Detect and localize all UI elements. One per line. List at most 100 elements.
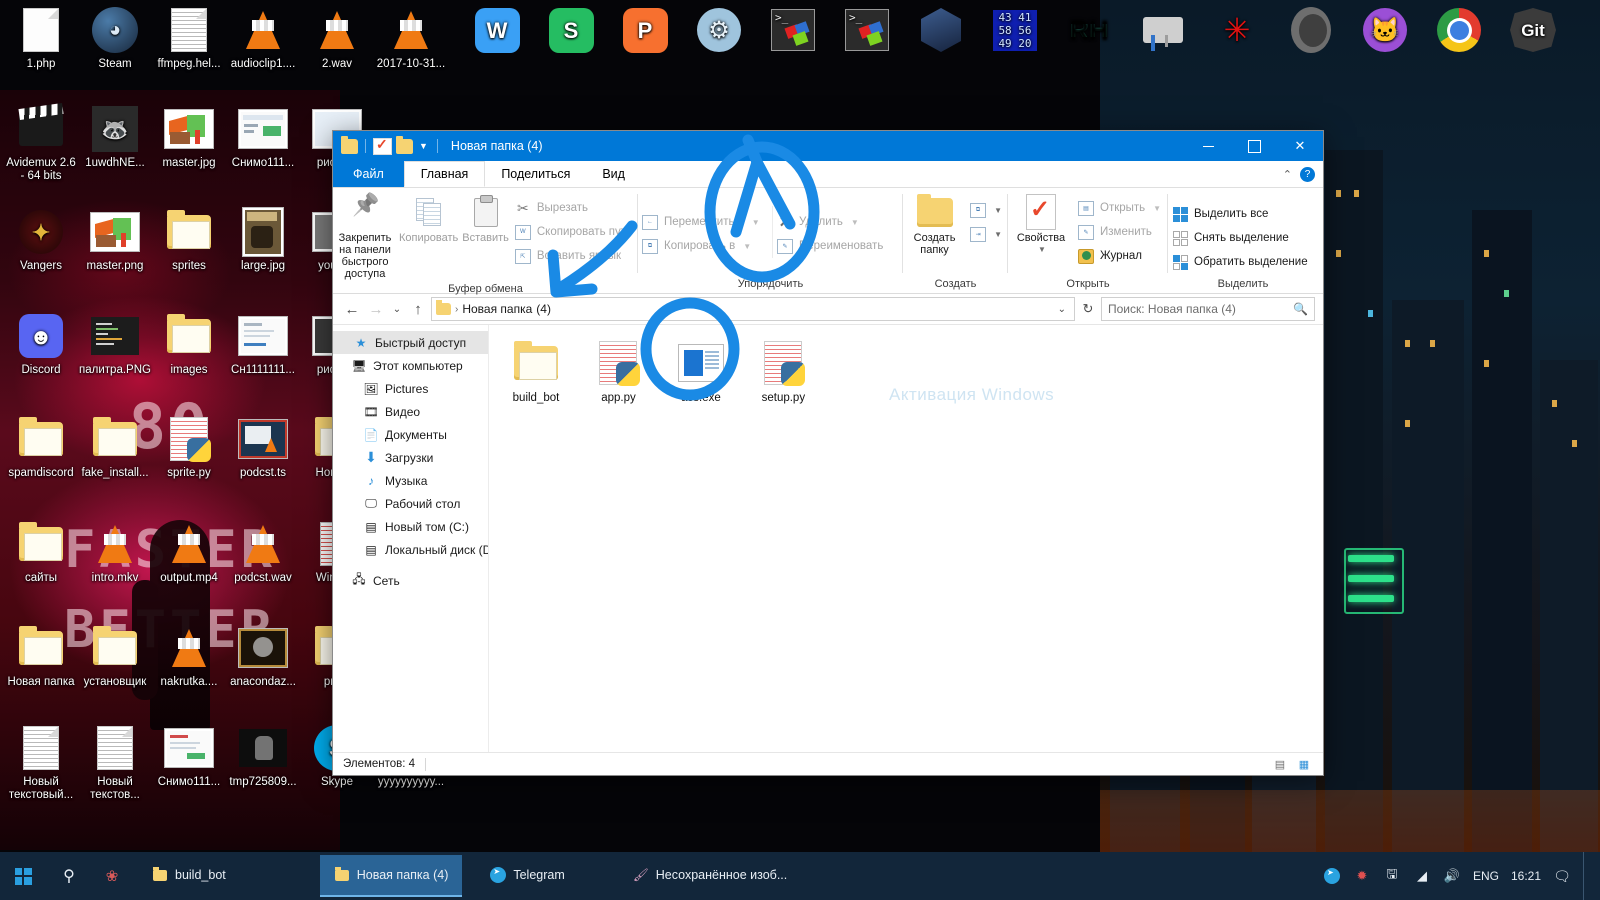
desktop-icon-fake-install[interactable]: fake_install... — [78, 415, 152, 480]
desktop-icon-git[interactable]: Git — [1496, 6, 1570, 58]
refresh-button[interactable]: ↻ — [1077, 298, 1099, 320]
desktop-icon-snimo111-b[interactable]: Снимо111... — [152, 724, 226, 789]
copy-path-button[interactable]: W Скопировать путь — [511, 220, 638, 244]
file-list[interactable]: build_bot app.py ass.exe setup.py Актива… — [489, 325, 1323, 752]
file-item-app-py[interactable]: app.py — [581, 339, 655, 404]
desktop-icon-terminal-2[interactable]: >_ — [830, 6, 904, 58]
close-button[interactable]: ✕ — [1277, 131, 1323, 161]
recent-locations-button[interactable]: ⌄ — [389, 298, 405, 320]
select-all-button[interactable]: Выделить все — [1168, 202, 1314, 226]
nav-item-this-pc[interactable]: 🖥 Этот компьютер — [333, 354, 488, 377]
desktop-icon-vangers[interactable]: ✦ Vangers — [4, 208, 78, 273]
desktop-icon-spamdiscord[interactable]: spamdiscord — [4, 415, 78, 480]
paste-shortcut-button[interactable]: ⇱ Вставить ярлык — [511, 244, 638, 268]
nav-item-music[interactable]: ♪ Музыка — [333, 469, 488, 492]
desktop-icon-1uwdhne[interactable]: 🦝 1uwdhNE... — [78, 105, 152, 170]
forward-button[interactable]: → — [365, 298, 387, 320]
paste-button[interactable]: Вставить — [460, 192, 511, 247]
desktop-icon-novaya-papka[interactable]: Новая папка — [4, 624, 78, 689]
desktop-icon-ffmpeg[interactable]: ffmpeg.hel... — [152, 6, 226, 71]
properties-icon[interactable] — [373, 136, 392, 155]
copy-to-button[interactable]: ⧉ Копировать в ▼ — [638, 234, 772, 258]
chevron-down-icon[interactable]: ⌄ — [1058, 304, 1070, 315]
folder-icon[interactable] — [396, 135, 413, 154]
desktop-icon-largejpg[interactable]: large.jpg — [226, 208, 300, 273]
desktop-icon-spritepy[interactable]: sprite.py — [152, 415, 226, 480]
desktop-icon-wps-writer[interactable]: W — [460, 6, 534, 58]
help-icon[interactable]: ? — [1300, 166, 1315, 182]
desktop-icon-palitra[interactable]: палитра.PNG — [78, 312, 152, 377]
desktop-icon-resource-hacker[interactable]: RH — [1052, 6, 1126, 58]
easy-access-button[interactable]: ⇥ ▼ — [966, 222, 1008, 246]
desktop-icon-podcstwav[interactable]: podcst.wav — [226, 520, 300, 585]
desktop-icon-noviy-tekstoviy-2[interactable]: Новый текстов... — [78, 724, 152, 802]
nav-item-drive-d[interactable]: ▤ Локальный диск (D — [333, 538, 488, 561]
taskbar-item-telegram[interactable]: Telegram — [476, 855, 578, 897]
show-desktop-button[interactable] — [1583, 852, 1590, 900]
tab-view[interactable]: Вид — [586, 161, 641, 187]
desktop-icon-images[interactable]: images — [152, 312, 226, 377]
desktop-icon-masterjpg[interactable]: master.jpg — [152, 105, 226, 170]
nav-item-network[interactable]: 🖧 Сеть — [333, 569, 488, 592]
desktop-icon-github[interactable]: 🐱 — [1348, 6, 1422, 58]
breadcrumb-item[interactable]: Новая папка — [462, 302, 532, 316]
cut-button[interactable]: ✂ Вырезать — [511, 196, 638, 220]
properties-button[interactable]: Свойства ▼ — [1008, 192, 1074, 259]
desktop-icon-anacondaz[interactable]: anacondaz... — [226, 624, 300, 689]
edit-button[interactable]: ✎ Изменить — [1074, 220, 1167, 244]
desktop-icon-sn1111111[interactable]: Сн1111111... — [226, 312, 300, 377]
nav-item-video[interactable]: 🎞 Видео — [333, 400, 488, 423]
desktop-icon-1php[interactable]: 1.php — [4, 6, 78, 71]
window-titlebar[interactable]: ▼ Новая папка (4) ✕ — [333, 131, 1323, 161]
taskbar-item-novaya-papka[interactable]: Новая папка (4) — [319, 855, 463, 897]
copy-button[interactable]: Копировать — [397, 192, 460, 247]
folder-icon[interactable] — [341, 135, 358, 154]
desktop-icon-chrome[interactable] — [1422, 6, 1496, 58]
desktop-icon-ustanovshik[interactable]: установщик — [78, 624, 152, 689]
pin-to-quick-access-button[interactable]: Закрепить на панели быстрого доступа — [333, 192, 397, 283]
file-item-build-bot[interactable]: build_bot — [499, 339, 573, 404]
desktop-icon-virtualbox[interactable] — [904, 6, 978, 58]
desktop-icon-audioclip1[interactable]: audioclip1.... — [226, 6, 300, 71]
desktop-icon-masterpng[interactable]: master.png — [78, 208, 152, 273]
file-item-setup-py[interactable]: setup.py — [746, 339, 820, 404]
open-button[interactable]: ▤ Открыть ▼ — [1074, 196, 1167, 220]
clock[interactable]: 16:21 — [1511, 869, 1541, 883]
desktop-icon-nakrutka[interactable]: nakrutka.... — [152, 624, 226, 689]
chevron-down-icon[interactable]: ▼ — [417, 141, 430, 151]
desktop-icon-grunge[interactable] — [1126, 6, 1200, 58]
history-button[interactable]: Журнал — [1074, 244, 1167, 268]
new-item-button[interactable]: ⧉ ▼ — [966, 198, 1008, 222]
telegram-icon[interactable] — [1323, 867, 1341, 885]
taskbar-item-paint[interactable]: 🖌 Несохранённое изоб... — [619, 855, 801, 897]
file-item-ass-exe[interactable]: ass.exe — [664, 339, 738, 404]
nav-item-pictures[interactable]: 🖼 Pictures — [333, 377, 488, 400]
minimize-button[interactable] — [1185, 131, 1231, 161]
breadcrumb-item[interactable]: (4) — [536, 302, 551, 316]
desktop-icon-sayty[interactable]: сайты — [4, 520, 78, 585]
desktop-icon-lcd-clock[interactable]: 43 41 58 56 49 20 — [978, 6, 1052, 58]
nav-item-documents[interactable]: 📄 Документы — [333, 423, 488, 446]
collapse-ribbon-icon[interactable]: ⌃ — [1283, 168, 1292, 181]
desktop-icon-2wav[interactable]: 2.wav — [300, 6, 374, 71]
volume-icon[interactable]: 🔊 — [1443, 867, 1461, 885]
desktop-icon-wps-spreadsheet[interactable]: S — [534, 6, 608, 58]
nav-item-quick-access[interactable]: ★ Быстрый доступ — [333, 331, 488, 354]
nav-item-drive-c[interactable]: ▤ Новый том (C:) — [333, 515, 488, 538]
desktop-icon-intromkv[interactable]: intro.mkv — [78, 520, 152, 585]
language-indicator[interactable]: ENG — [1473, 869, 1499, 883]
nav-item-downloads[interactable]: ⬇ Загрузки — [333, 446, 488, 469]
tab-file[interactable]: Файл — [333, 161, 404, 187]
desktop-icon-dark-oval[interactable] — [1274, 6, 1348, 58]
back-button[interactable]: ← — [341, 298, 363, 320]
invert-selection-button[interactable]: Обратить выделение — [1168, 250, 1314, 274]
desktop-icon-ubuntu[interactable]: ⚙ — [682, 6, 756, 58]
desktop-icon-2017-10-31[interactable]: 2017-10-31... — [374, 6, 448, 71]
red-tray-icon[interactable]: ✹ — [1353, 867, 1371, 885]
taskbar-item-build-bot[interactable]: build_bot — [138, 855, 240, 897]
desktop-icon-discord[interactable]: ☻ Discord — [4, 312, 78, 377]
desktop-icon-red-splat[interactable]: ✳ — [1200, 6, 1274, 58]
nav-item-desktop[interactable]: 🖵 Рабочий стол — [333, 492, 488, 515]
search-input[interactable]: Поиск: Новая папка (4) 🔍 — [1101, 297, 1315, 321]
desktop-icon-avidemux[interactable]: Avidemux 2.6 - 64 bits — [4, 102, 78, 183]
